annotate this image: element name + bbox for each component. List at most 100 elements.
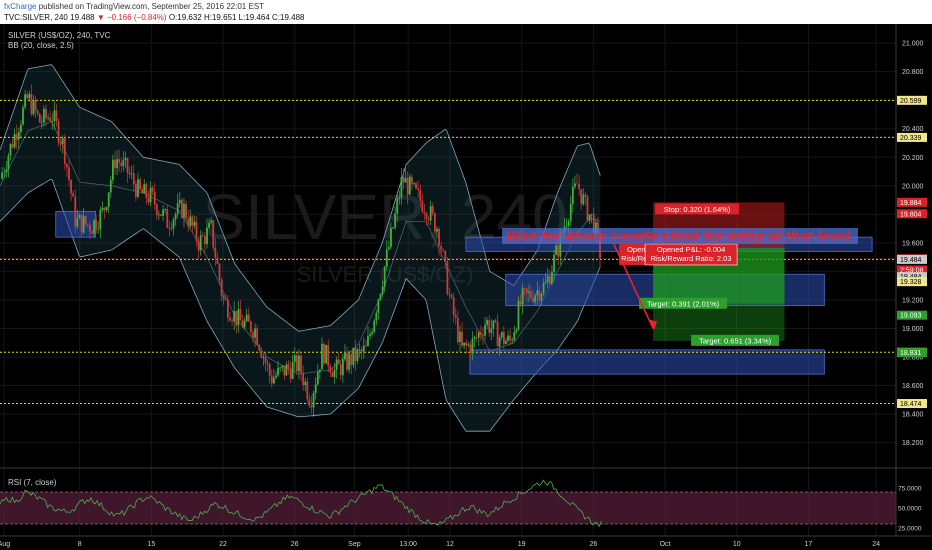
candle-body — [114, 159, 116, 169]
chart-header: fxCharge published on TradingView.com, S… — [0, 0, 932, 24]
candle-body — [88, 224, 91, 232]
candle-body — [392, 227, 394, 229]
candle-body — [565, 225, 568, 227]
axis-x-background — [0, 536, 932, 550]
candle-body — [120, 162, 123, 167]
rsi-legend: RSI (7, close) — [8, 478, 57, 487]
candle-body — [38, 113, 41, 123]
candle-body — [176, 203, 179, 215]
candle-body — [28, 93, 31, 99]
candle-body — [492, 320, 495, 329]
candle-body — [557, 245, 560, 257]
candle-body — [456, 318, 459, 342]
candle-body — [72, 193, 75, 197]
pnl-label: Opened P&L: -0.004 — [657, 245, 725, 254]
candle-body — [590, 213, 593, 215]
candle-body — [398, 197, 401, 199]
candle-body — [431, 206, 434, 214]
candle-body — [13, 133, 16, 148]
candle-body — [511, 339, 514, 341]
candle-body — [287, 364, 290, 369]
candle-body — [465, 342, 468, 346]
candle-body — [122, 160, 125, 167]
candle-body — [318, 369, 321, 373]
last-close: 19.488 — [70, 13, 95, 22]
candle-body — [5, 169, 8, 173]
price-chart[interactable]: SILVER, 240 SILVER (US$/OZ) Stop: 0.320 … — [0, 24, 932, 550]
candle-body — [293, 355, 296, 363]
time-axis[interactable]: Aug 8 15 22 26 Sep 13:00 12 19 26 Oct 10 17 24 — [0, 535, 932, 550]
candle-body — [162, 209, 164, 216]
candle-body — [243, 320, 246, 328]
candle-body — [111, 159, 114, 180]
x-tick-label: Sep — [348, 541, 361, 548]
candle-body — [189, 216, 192, 227]
candle-body — [367, 336, 369, 346]
x-tick-label: 26 — [589, 541, 597, 548]
candle-body — [442, 250, 445, 252]
y-tick-label: 18.200 — [902, 440, 924, 447]
candle-body — [540, 293, 543, 301]
candle-body — [151, 187, 154, 192]
price-label: 19.804 — [900, 211, 922, 218]
candle-body — [36, 110, 39, 114]
candle-body — [444, 250, 447, 262]
x-tick-label: Aug — [0, 541, 10, 548]
x-tick-label: 10 — [733, 541, 741, 548]
candle-body — [197, 240, 200, 251]
candle-body — [544, 282, 547, 284]
candle-body — [262, 357, 265, 359]
x-tick-label: 12 — [446, 541, 454, 548]
candle-body — [289, 368, 292, 379]
publisher-name[interactable]: fxCharge — [4, 2, 36, 11]
candle-body — [375, 312, 378, 321]
candle-body — [402, 177, 405, 183]
candle-body — [467, 344, 470, 346]
x-tick-label: 17 — [804, 541, 812, 548]
candle-body — [519, 300, 522, 305]
candle-body — [178, 200, 181, 204]
candle-body — [252, 332, 254, 338]
candle-body — [475, 337, 478, 338]
candle-body — [300, 355, 302, 374]
candle-body — [170, 228, 173, 229]
candle-body — [118, 159, 121, 163]
candle-body — [582, 194, 585, 205]
symbol-line: TVC:SILVER, 240 19.488 ▼ −0.166 (−0.84%)… — [4, 13, 304, 22]
annotation-text: Wait for 4hour candle close for entry at… — [506, 230, 854, 244]
candle-body — [160, 214, 162, 216]
candle-body — [473, 337, 476, 339]
candle-body — [542, 283, 545, 294]
y-tick-label: 20.400 — [902, 126, 924, 133]
target2-label: Target: 0.651 (3.34%) — [699, 336, 772, 345]
support-resistance-zone — [469, 349, 825, 375]
candle-body — [22, 107, 24, 125]
candle-body — [394, 213, 397, 228]
candle-body — [364, 345, 367, 347]
candle-body — [433, 213, 436, 232]
candle-body — [295, 355, 298, 372]
candle-body — [187, 218, 190, 227]
candle-body — [341, 359, 344, 376]
x-tick-label: 13:00 — [399, 541, 417, 548]
candle-body — [500, 332, 503, 338]
pnl-label-back-2: Risk/Re — [621, 254, 647, 263]
candle-body — [337, 359, 340, 365]
candle-body — [488, 320, 491, 333]
candle-body — [419, 189, 422, 201]
y-tick-label: 20.800 — [902, 69, 924, 76]
candle-body — [440, 245, 443, 251]
x-tick-label: 15 — [147, 541, 155, 548]
candle-body — [153, 191, 156, 205]
candle-body — [9, 143, 12, 156]
candle-body — [201, 235, 204, 237]
rsi-tick-label: 75.0000 — [898, 486, 922, 493]
price-label: 18.474 — [900, 401, 922, 408]
candle-body — [43, 108, 45, 123]
candle-body — [415, 183, 417, 189]
candle-body — [254, 328, 256, 338]
candle-body — [40, 122, 43, 124]
candle-body — [523, 288, 526, 289]
candle-body — [316, 372, 319, 385]
candle-body — [553, 255, 555, 273]
